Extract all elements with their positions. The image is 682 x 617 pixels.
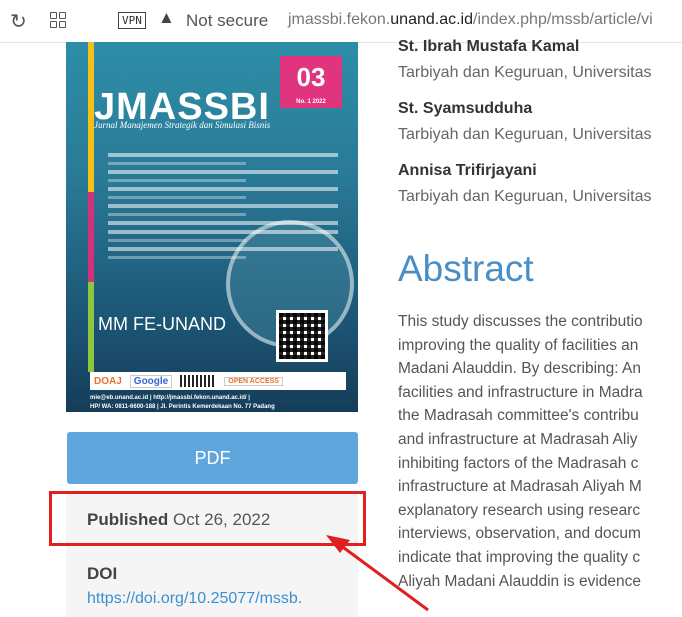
qr-code-icon	[276, 310, 328, 362]
abstract-line: Madani Alauddin. By describing: An	[398, 360, 641, 378]
abstract-line: and infrastructure at Madrasah Aliy	[398, 430, 638, 448]
journal-cover-image[interactable]: 03 No. 1 2022 JMASSBI Jurnal Manajemen St…	[66, 42, 358, 412]
doaj-logo: DOAJ	[94, 375, 122, 387]
cover-issue-label: No. 1 2022	[296, 99, 326, 105]
author-name: St. Syamsudduha	[398, 100, 533, 117]
cover-footer-line: HP/ WA: 0811-6600-188 | Jl. Perintis Kem…	[90, 404, 275, 410]
cover-brand: MM FE-UNAND	[98, 314, 226, 334]
author-affiliation: Tarbiyah dan Keguruan, Universitas	[398, 188, 652, 205]
indexing-logos: DOAJ Google OPEN ACCESS	[90, 372, 346, 390]
highlight-box	[49, 491, 366, 546]
doi-link[interactable]: https://doi.org/10.25077/mssb.	[87, 590, 302, 608]
abstract-line: the Madrasah committee's contribu	[398, 407, 639, 425]
google-logo: Google	[129, 374, 173, 388]
cover-issue-badge: 03 No. 1 2022	[280, 56, 342, 108]
author-name: Annisa Trifirjayani	[398, 162, 537, 179]
author-affiliation: Tarbiyah dan Keguruan, Universitas	[398, 126, 652, 143]
author-affiliation: Tarbiyah dan Keguruan, Universitas	[398, 64, 652, 81]
security-status[interactable]: Not secure	[186, 11, 268, 31]
apps-grid-icon[interactable]	[50, 12, 66, 28]
cover-footer: mie@eb.unand.ac.id | http://jmassbi.feko…	[90, 394, 350, 412]
barcode-icon	[180, 375, 217, 387]
abstract-line: indicate that improving the quality c	[398, 548, 641, 566]
abstract-line: Aliyah Madani Alauddin is evidence	[398, 572, 641, 590]
doi-label: DOI	[87, 564, 118, 583]
abstract-line: improving the quality of facilities an	[398, 336, 639, 354]
cover-footer-line: mie@eb.unand.ac.id | http://jmassbi.feko…	[90, 395, 250, 401]
abstract-text: This study discusses the contributio imp…	[398, 310, 682, 593]
cover-article-list	[108, 148, 338, 264]
url-prefix: jmassbi.fekon.	[288, 11, 391, 28]
article-main: St. Ibrah Mustafa Kamal Tarbiyah dan Keg…	[398, 0, 682, 617]
abstract-line: infrastructure at Madrasah Aliyah M	[398, 478, 642, 496]
abstract-line: inhibiting factors of the Madrasah c	[398, 454, 639, 472]
cover-green-stripe	[88, 282, 94, 372]
cover-issue-number: 03	[296, 62, 326, 92]
abstract-line: facilities and infrastructure in Madra	[398, 383, 643, 401]
abstract-heading: Abstract	[398, 248, 534, 289]
abstract-line: This study discusses the contributio	[398, 313, 643, 330]
pdf-download-button[interactable]: PDF	[67, 432, 358, 484]
cover-pink-stripe	[88, 192, 94, 282]
open-access-logo: OPEN ACCESS	[224, 376, 283, 386]
vpn-badge[interactable]: VPN	[118, 12, 146, 29]
warning-triangle-icon[interactable]: ▲	[158, 8, 175, 28]
abstract-line: explanatory research using researc	[398, 501, 641, 519]
author-name: St. Ibrah Mustafa Kamal	[398, 38, 580, 55]
reload-icon[interactable]: ↻	[10, 9, 27, 34]
cover-subtitle: Jurnal Manajemen Strategik dan Simulasi …	[94, 120, 271, 130]
abstract-line: interviews, observation, and docum	[398, 525, 641, 543]
